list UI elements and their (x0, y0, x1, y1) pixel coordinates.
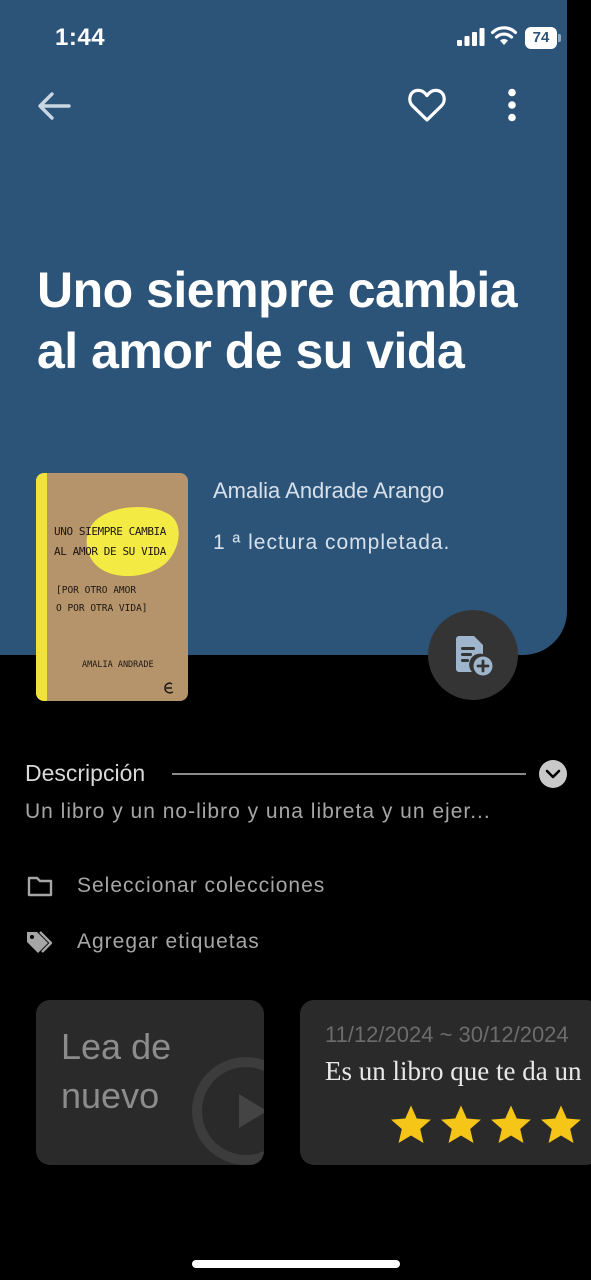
back-button[interactable] (30, 84, 78, 128)
description-text[interactable]: Un libro y un no-libro y una libreta y u… (25, 800, 565, 824)
select-collections-label: Seleccionar colecciones (77, 874, 326, 897)
tags-icon (25, 927, 55, 957)
signal-icon (457, 28, 485, 46)
folder-icon (25, 871, 55, 901)
cover-highlight-shape (86, 506, 179, 577)
review-card[interactable]: 11/12/2024 ~ 30/12/2024 Es un libro que … (300, 1000, 591, 1165)
add-tags-row[interactable]: Agregar etiquetas (25, 922, 259, 962)
reading-status: 1 ª lectura completada. (213, 531, 451, 554)
read-again-card[interactable]: Lea de nuevo (36, 1000, 264, 1165)
chevron-down-icon (545, 769, 561, 779)
add-tags-label: Agregar etiquetas (77, 930, 260, 953)
description-label: Descripción (25, 760, 146, 786)
more-options-button[interactable] (494, 82, 530, 128)
battery-tip (558, 34, 561, 42)
expand-description-button[interactable] (539, 760, 567, 788)
cover-spine (36, 473, 47, 701)
play-icon (192, 1057, 264, 1165)
add-note-button[interactable] (428, 610, 518, 700)
star-icon (541, 1105, 581, 1144)
battery-indicator: 74 (525, 27, 561, 49)
cover-author: AMALIA ANDRADE (82, 660, 154, 670)
cover-title-line1: UNO SIEMPRE CAMBIA (54, 525, 167, 538)
star-icon (491, 1105, 531, 1144)
arrow-left-icon (38, 92, 71, 120)
description-divider (172, 773, 526, 775)
home-indicator[interactable] (192, 1260, 400, 1268)
star-icon (391, 1105, 431, 1144)
publisher-logo-icon (164, 682, 174, 694)
cover-title-line2: AL AMOR DE SU VIDA (54, 545, 167, 558)
more-vertical-icon (508, 88, 516, 122)
status-time: 1:44 (55, 24, 106, 51)
review-excerpt: Es un libro que te da un (325, 1056, 582, 1086)
review-date-range: 11/12/2024 ~ 30/12/2024 (325, 1022, 569, 1047)
book-title: Uno siempre cambia al amor de su vida (37, 262, 518, 379)
wifi-icon (490, 26, 518, 45)
battery-level: 74 (525, 27, 557, 49)
book-cover[interactable]: UNO SIEMPRE CAMBIA AL AMOR DE SU VIDA [P… (36, 473, 188, 701)
status-bar: 1:44 74 (0, 0, 591, 76)
rating-stars (388, 1102, 591, 1148)
star-icon (441, 1105, 481, 1144)
add-note-icon (456, 636, 493, 676)
favorite-button[interactable] (402, 82, 452, 128)
select-collections-row[interactable]: Seleccionar colecciones (25, 866, 324, 906)
cover-subtitle-line1: [POR OTRO AMOR (56, 585, 137, 596)
cover-subtitle-line2: O POR OTRA VIDA] (56, 603, 148, 614)
book-author[interactable]: Amalia Andrade Arango (213, 478, 444, 504)
heart-outline-icon (408, 88, 446, 122)
